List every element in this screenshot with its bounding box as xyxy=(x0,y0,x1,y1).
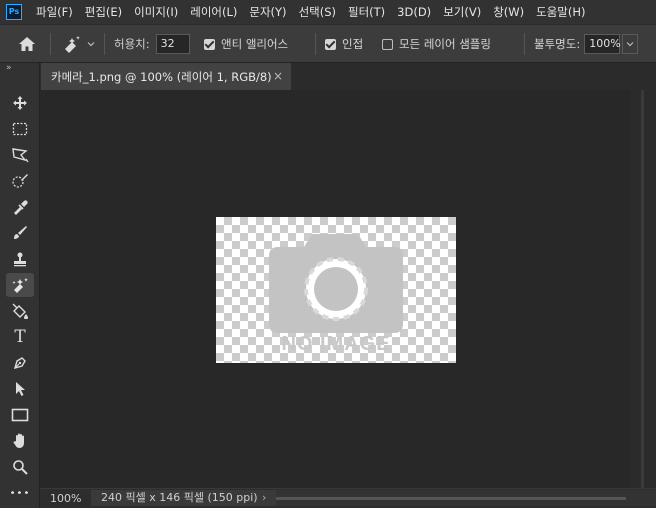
menu-edit[interactable]: 편집(E) xyxy=(79,4,128,20)
home-button[interactable] xyxy=(18,25,36,63)
tolerance-label: 허용치: xyxy=(114,37,150,51)
stamp-tool[interactable] xyxy=(6,247,34,271)
arrow-icon xyxy=(16,382,25,396)
tolerance-input[interactable]: 32 xyxy=(155,34,190,54)
antialias-check-icon xyxy=(204,38,215,50)
brush-tool[interactable] xyxy=(6,221,34,245)
pen-icon xyxy=(13,357,26,370)
quick-select-icon xyxy=(12,174,28,188)
menu-type[interactable]: 문자(Y) xyxy=(243,4,292,20)
opacity-group: 불투명도: 100% xyxy=(534,25,639,63)
menu-help[interactable]: 도움말(H) xyxy=(530,4,591,20)
lasso-tool[interactable] xyxy=(6,143,34,167)
marquee-tool[interactable] xyxy=(6,117,34,141)
contiguous-checkbox[interactable]: 인접 xyxy=(325,25,363,63)
chevron-right-icon[interactable]: › xyxy=(262,491,266,504)
toolbar-collapse-button[interactable]: » xyxy=(6,63,11,73)
home-icon xyxy=(19,37,35,51)
photoshop-logo: Ps xyxy=(6,4,22,20)
options-bar: 허용치: 32 앤티 앨리어스 인접 모든 레이어 샘플링 불투명도: 100% xyxy=(0,24,656,63)
opacity-input[interactable]: 100% xyxy=(584,34,621,54)
menu-view[interactable]: 보기(V) xyxy=(437,4,487,20)
horizontal-scrollbar-thumb[interactable] xyxy=(276,497,626,500)
menu-filter[interactable]: 필터(T) xyxy=(342,4,391,20)
opacity-label: 불투명도: xyxy=(534,37,581,51)
opacity-dropdown[interactable] xyxy=(622,34,639,54)
menu-image[interactable]: 이미지(I) xyxy=(128,4,184,20)
clone-stamp-icon xyxy=(14,252,26,267)
separator xyxy=(50,33,51,55)
document-size-text: 240 픽셀 x 146 픽셀 (150 ppi) xyxy=(101,491,258,504)
vertical-scrollbar-track[interactable] xyxy=(641,90,644,488)
no-image-text: NO IMAGE xyxy=(281,333,391,355)
pen-tool[interactable] xyxy=(6,351,34,375)
sample-all-layers-checkbox[interactable]: 모든 레이어 샘플링 xyxy=(382,25,491,63)
move-icon xyxy=(13,96,27,110)
move-tool[interactable] xyxy=(6,91,34,115)
tool-preset-picker[interactable] xyxy=(60,25,96,63)
menu-3d[interactable]: 3D(D) xyxy=(391,5,437,19)
eyedropper-tool[interactable] xyxy=(6,195,34,219)
document-canvas[interactable]: NO IMAGE xyxy=(216,217,456,363)
antialias-label: 앤티 앨리어스 xyxy=(221,37,289,51)
rectangle-icon xyxy=(11,408,29,422)
sample-all-label: 모든 레이어 샘플링 xyxy=(399,37,491,51)
zoom-tool[interactable] xyxy=(6,455,34,479)
paint-bucket-tool[interactable] xyxy=(6,299,34,323)
canvas-area[interactable]: NO IMAGE xyxy=(40,90,630,488)
magic-eraser-icon xyxy=(65,36,80,53)
chevron-down-icon xyxy=(87,42,95,47)
menu-bar: Ps 파일(F) 편집(E) 이미지(I) 레이어(L) 문자(Y) 선택(S)… xyxy=(0,0,656,24)
separator xyxy=(104,33,105,55)
separator xyxy=(315,33,316,55)
rect-marquee-icon xyxy=(12,122,28,136)
path-select-tool[interactable] xyxy=(6,377,34,401)
menu-file[interactable]: 파일(F) xyxy=(30,4,79,20)
document-tab[interactable]: 카메라_1.png @ 100% (레이어 1, RGB/8) × xyxy=(41,63,291,90)
more-tools-button[interactable]: ••• xyxy=(6,481,34,505)
shape-tool[interactable] xyxy=(6,403,34,427)
chevron-down-icon xyxy=(626,42,634,47)
magic-eraser-icon xyxy=(12,278,28,293)
sample-all-check-icon xyxy=(382,38,393,50)
tolerance-group: 허용치: 32 xyxy=(114,25,190,63)
quick-select-tool[interactable] xyxy=(6,169,34,193)
menu-select[interactable]: 선택(S) xyxy=(293,4,342,20)
menu-window[interactable]: 창(W) xyxy=(487,4,530,20)
eyedropper-icon xyxy=(14,200,28,215)
type-tool[interactable]: T xyxy=(6,325,34,349)
magic-eraser-tool[interactable] xyxy=(6,273,34,297)
close-icon[interactable]: × xyxy=(273,69,283,83)
contiguous-label: 인접 xyxy=(342,37,364,51)
zoom-level[interactable]: 100% xyxy=(50,492,81,505)
document-tab-bar: 카메라_1.png @ 100% (레이어 1, RGB/8) × xyxy=(40,63,656,90)
magnifier-icon xyxy=(13,460,28,475)
menu-layer[interactable]: 레이어(L) xyxy=(184,4,243,20)
hand-tool[interactable] xyxy=(6,429,34,453)
document-info[interactable]: 240 픽셀 x 146 픽셀 (150 ppi) xyxy=(91,490,276,506)
document-tab-title: 카메라_1.png @ 100% (레이어 1, RGB/8) xyxy=(51,69,272,84)
separator xyxy=(524,33,525,55)
tools-panel: » T ••• xyxy=(0,63,40,508)
status-bar: 100% 240 픽셀 x 146 픽셀 (150 ppi) › xyxy=(40,488,656,508)
vertical-scrollbar[interactable] xyxy=(630,90,656,488)
brush-icon xyxy=(14,226,27,239)
antialias-checkbox[interactable]: 앤티 앨리어스 xyxy=(204,25,288,63)
contiguous-check-icon xyxy=(325,38,336,50)
paint-bucket-icon xyxy=(12,303,28,319)
horizontal-scrollbar[interactable] xyxy=(276,490,656,506)
polygon-lasso-icon xyxy=(12,148,29,163)
hand-icon xyxy=(13,433,24,448)
